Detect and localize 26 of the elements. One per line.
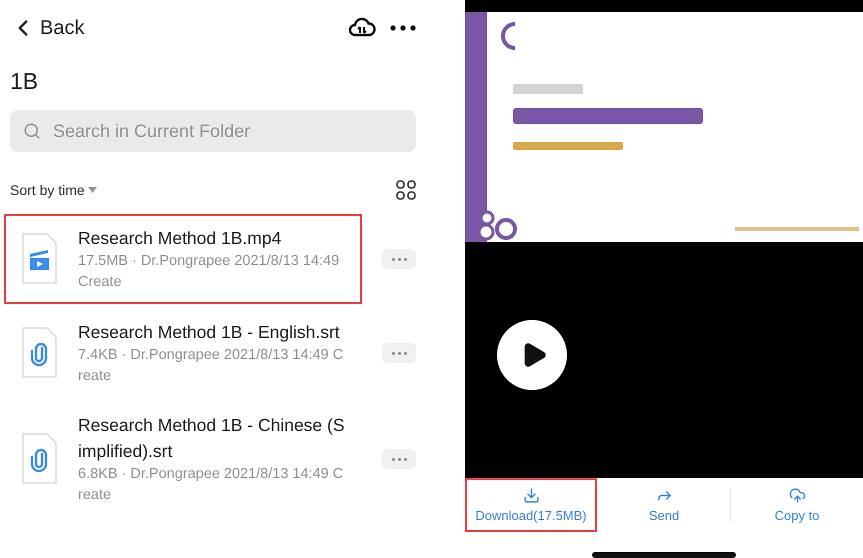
back-button[interactable]: Back <box>10 15 84 41</box>
file-row[interactable]: Research Method 1B.mp4 17.5MB · Dr.Pongrapee 2021/8/13 14:49 Create <box>6 216 360 302</box>
file-details: 17.5MB · Dr.Pongrapee 2021/8/13 14:49 Create <box>78 252 340 292</box>
attachment-file-icon <box>20 326 60 380</box>
more-button[interactable] <box>382 249 416 269</box>
grid-view-icon[interactable] <box>396 180 416 200</box>
video-file-icon <box>20 232 60 286</box>
file-name: Research Method 1B.mp4 <box>78 227 282 250</box>
folder-title: 1B <box>9 67 40 96</box>
more-button[interactable] <box>382 449 416 469</box>
attachment-file-icon <box>20 432 60 486</box>
file-row[interactable]: Research Method 1B - English.srt 7.4KB · Dr.Pongrapee 2021/8/13 14:49 Create <box>6 310 360 396</box>
search-icon <box>23 122 41 140</box>
file-row[interactable]: Research Method 1B - Chinese (Simplified).srt 6.8KB · Dr.Pongrapee 2021/8/13 14:49 Create <box>6 404 360 514</box>
caret-icon <box>88 187 97 193</box>
file-name: Research Method 1B - English.srt <box>78 321 341 344</box>
file-name: Research Method 1B - Chinese (Simplified).srt <box>78 414 346 463</box>
sort-dropdown[interactable]: Sort by time <box>10 182 97 198</box>
download-button[interactable]: Download(17.5MB) <box>465 478 597 532</box>
more-icon[interactable] <box>390 25 416 31</box>
file-details: 7.4KB · Dr.Pongrapee 2021/8/13 14:49 Create <box>78 346 344 386</box>
file-details: 6.8KB · Dr.Pongrapee 2021/8/13 14:49 Create <box>78 465 344 505</box>
more-button[interactable] <box>382 343 416 363</box>
search-field[interactable]: Search in Current Folder <box>10 110 416 152</box>
cloud-upload-icon <box>788 487 806 504</box>
download-icon <box>522 487 540 504</box>
